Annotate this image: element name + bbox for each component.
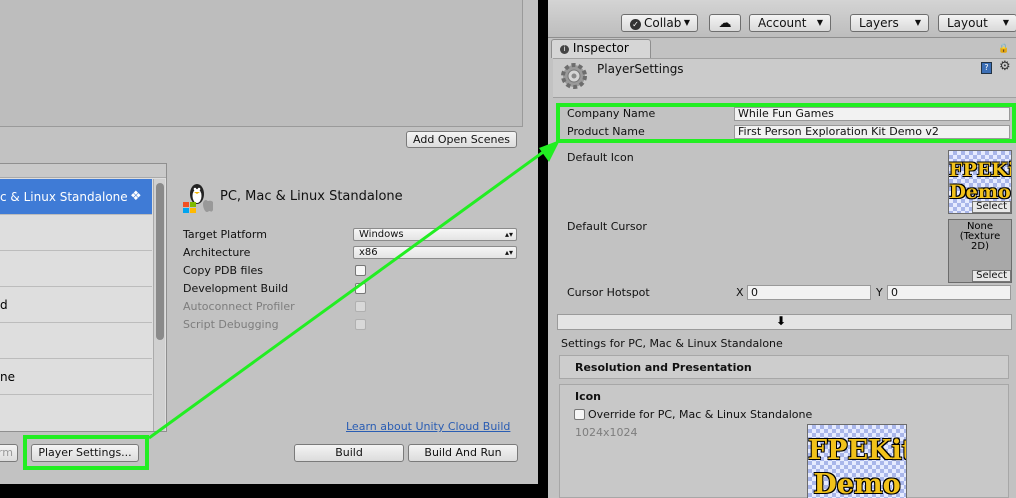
highlight-connector-arrow	[148, 140, 560, 440]
